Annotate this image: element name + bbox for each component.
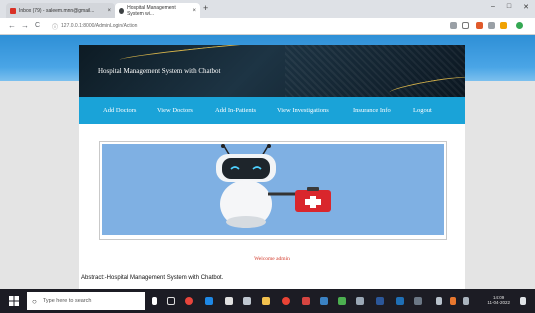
minimize-button[interactable]: – — [491, 3, 495, 11]
tab-label: Hospital Management System wi... — [127, 4, 176, 17]
volume-icon[interactable] — [463, 297, 469, 305]
close-tab-icon[interactable]: × — [192, 8, 196, 14]
app-icon[interactable] — [396, 297, 404, 305]
url-text: 127.0.0.1:8000/AdminLogin/Action — [61, 23, 138, 29]
maximize-button[interactable]: □ — [507, 3, 511, 11]
app-icon[interactable] — [356, 297, 364, 305]
close-tab-icon[interactable]: × — [107, 8, 111, 14]
hero-image — [102, 144, 444, 235]
microphone-icon[interactable] — [152, 297, 157, 305]
page: Hospital Management System with Chatbot … — [0, 35, 535, 289]
notification-icon[interactable] — [520, 297, 526, 305]
browser-tab-bar: Inbox (79) - saleem.mnn@gmail... × Hospi… — [0, 0, 535, 18]
url-field[interactable]: ⓘ 127.0.0.1:8000/AdminLogin/Action — [52, 21, 437, 31]
gmail-icon — [10, 7, 16, 14]
clock-date: 11-04-2022 — [487, 300, 510, 305]
folder-icon[interactable] — [262, 297, 270, 305]
header-swoosh — [119, 45, 279, 64]
main-nav: Add Doctors View Doctors Add In-Patients… — [79, 97, 465, 124]
app-icon[interactable] — [302, 297, 310, 305]
tab-label: Inbox (79) - saleem.mnn@gmail... — [19, 7, 95, 14]
window-controls: – □ ✕ — [491, 3, 529, 11]
task-view-icon[interactable] — [167, 297, 175, 305]
welcome-message: Welcome admin — [254, 256, 290, 262]
edge-icon[interactable] — [205, 297, 213, 305]
address-bar-row: ← → C ⓘ 127.0.0.1:8000/AdminLogin/Action — [0, 18, 535, 35]
app-icon[interactable] — [376, 297, 384, 305]
nav-view-doctors[interactable]: View Doctors — [157, 107, 193, 114]
taskbar: ○ Type here to search 14:09 11-04-2022 — [0, 289, 535, 313]
site-title: Hospital Management System with Chatbot — [98, 67, 221, 75]
info-icon: ⓘ — [52, 24, 59, 31]
taskbar-search[interactable]: ○ Type here to search — [27, 292, 145, 310]
new-tab-button[interactable]: + — [203, 3, 208, 13]
nav-add-doctors[interactable]: Add Doctors — [103, 107, 136, 114]
globe-icon — [119, 7, 125, 14]
nav-view-investigations[interactable]: View Investigations — [277, 107, 329, 114]
abstract-caption: Abstract:-Hospital Management System wit… — [81, 275, 224, 281]
site-header: Hospital Management System with Chatbot — [79, 45, 465, 97]
store-icon[interactable] — [225, 297, 233, 305]
app-icon[interactable] — [338, 297, 346, 305]
clock[interactable]: 14:09 11-04-2022 — [487, 295, 510, 305]
app-icon[interactable] — [414, 297, 422, 305]
close-window-button[interactable]: ✕ — [523, 3, 529, 11]
hero-image-frame — [99, 141, 447, 240]
tab-hospital[interactable]: Hospital Management System wi... × — [115, 3, 200, 18]
back-button[interactable]: ← — [8, 21, 16, 30]
key-icon[interactable] — [450, 22, 457, 29]
nav-insurance-info[interactable]: Insurance Info — [353, 107, 391, 114]
app-icon[interactable] — [320, 297, 328, 305]
main-container: Hospital Management System with Chatbot … — [79, 45, 465, 289]
search-placeholder: Type here to search — [42, 298, 92, 304]
header-pattern — [285, 45, 465, 97]
extension-icon[interactable] — [476, 22, 483, 29]
tray-icon[interactable] — [450, 297, 456, 305]
profile-avatar[interactable] — [516, 22, 523, 29]
nav-add-in-patients[interactable]: Add In-Patients — [215, 107, 256, 114]
reload-button[interactable]: C — [35, 22, 40, 29]
robot-illustration — [216, 144, 331, 228]
extension-icon[interactable] — [488, 22, 495, 29]
app-icon[interactable] — [185, 297, 193, 305]
chrome-icon[interactable] — [282, 297, 290, 305]
tab-gmail[interactable]: Inbox (79) - saleem.mnn@gmail... × — [6, 3, 115, 18]
windows-start-icon[interactable] — [9, 296, 19, 306]
forward-button[interactable]: → — [21, 21, 29, 30]
network-icon[interactable] — [436, 297, 442, 305]
app-icon[interactable] — [243, 297, 251, 305]
extension-icon[interactable] — [500, 22, 507, 29]
nav-logout[interactable]: Logout — [413, 107, 432, 114]
star-icon[interactable] — [462, 22, 469, 29]
search-icon: ○ — [32, 296, 37, 306]
